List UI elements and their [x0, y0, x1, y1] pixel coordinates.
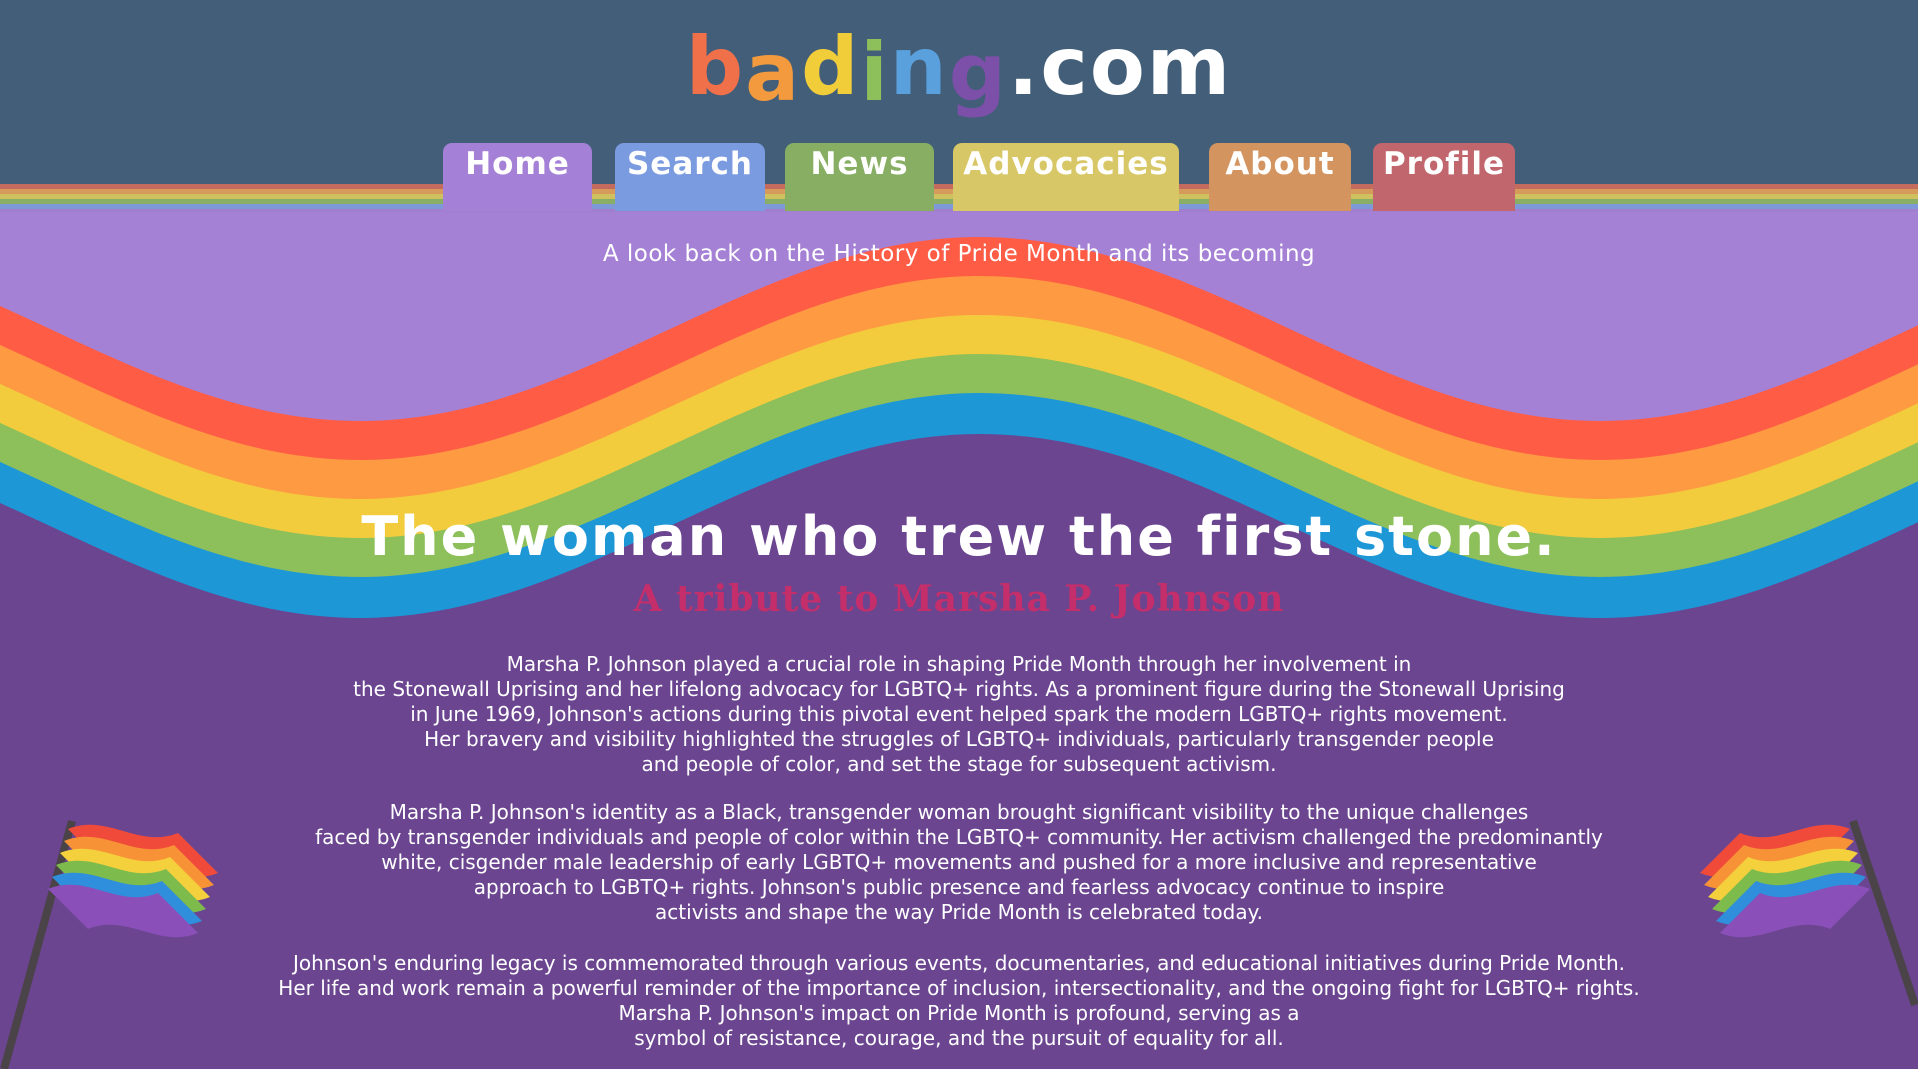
tab-news[interactable]: News — [785, 143, 934, 211]
article-paragraph-1: Marsha P. Johnson played a crucial role … — [353, 652, 1565, 776]
site-logo[interactable]: bading.com — [0, 20, 1918, 118]
tab-home[interactable]: Home — [443, 143, 592, 211]
logo-letter: n — [889, 20, 949, 113]
logo-letter: b — [685, 20, 746, 113]
tab-advocacies[interactable]: Advocacies — [953, 143, 1179, 211]
logo-letter: d — [801, 20, 861, 113]
page-tagline: A look back on the History of Pride Mont… — [602, 241, 1316, 267]
tab-search[interactable]: Search — [615, 143, 765, 211]
article-paragraph-3: Johnson's enduring legacy is commemorate… — [278, 951, 1640, 1050]
pride-flag-left-icon — [0, 819, 218, 1069]
tab-profile[interactable]: Profile — [1373, 143, 1515, 211]
logo-letter: a — [745, 26, 802, 119]
article-paragraph-2: Marsha P. Johnson's identity as a Black,… — [315, 800, 1603, 924]
pride-flag-right-icon — [1700, 819, 1918, 1007]
article-subtitle: A tribute to Marsha P. Johnson — [633, 578, 1285, 620]
logo-letter: i — [860, 26, 890, 119]
article-title: The woman who trew the first stone. — [361, 505, 1557, 568]
main-nav: Home Search News Advocacies About Profil… — [0, 143, 1918, 213]
rainbow-wave-banner — [0, 212, 1918, 1069]
logo-letter: g — [948, 26, 1008, 119]
tab-about[interactable]: About — [1209, 143, 1351, 211]
logo-letter: .com — [1008, 20, 1233, 113]
